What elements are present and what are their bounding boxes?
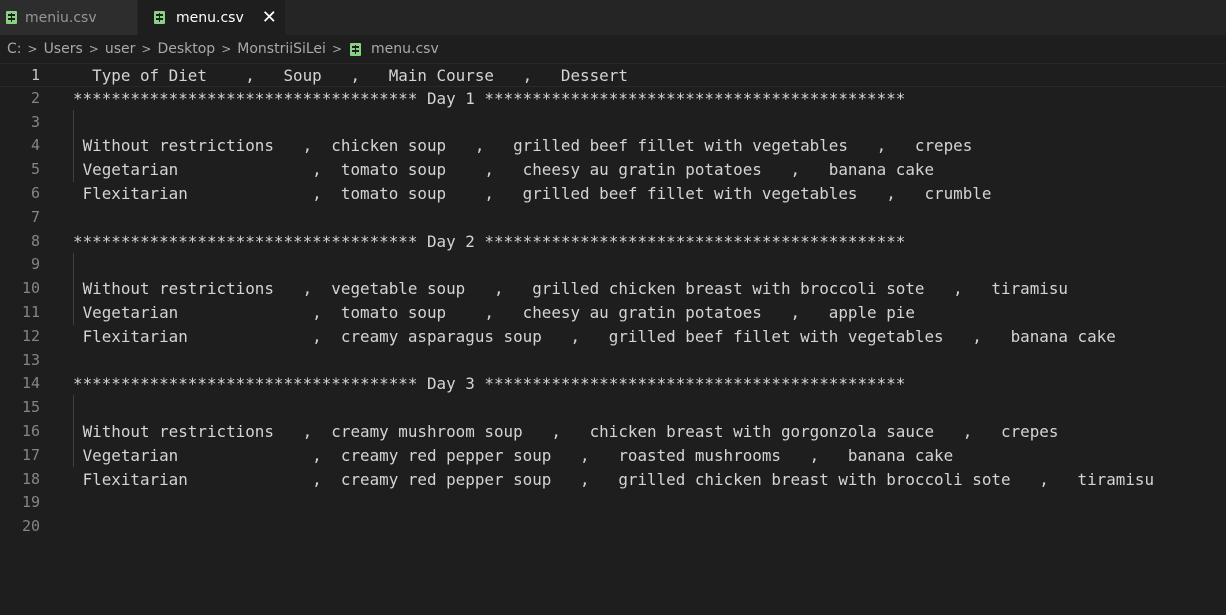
line-text[interactable]: Without restrictions , chicken soup , gr… — [73, 134, 973, 158]
line-number: 14 — [21, 374, 40, 393]
editor-line[interactable]: 20 — [0, 515, 1226, 539]
editor-line[interactable]: 15 — [0, 396, 1226, 420]
editor-line[interactable]: 3 — [0, 111, 1226, 135]
line-number: 9 — [30, 255, 40, 274]
breadcrumb: C: > Users > user > Desktop > MonstriiSi… — [0, 35, 1226, 63]
tab-bar: meniu.csv menu.csv ✕ — [0, 0, 1226, 35]
editor-line[interactable]: 10 Without restrictions , vegetable soup… — [0, 277, 1226, 301]
breadcrumb-item-drive[interactable]: C: — [7, 41, 22, 57]
line-text[interactable]: Without restrictions , creamy mushroom s… — [73, 420, 1059, 444]
line-number: 5 — [30, 160, 40, 179]
editor-line[interactable]: 14 ************************************ D… — [0, 372, 1226, 396]
chevron-right-icon: > — [221, 42, 232, 56]
editor-line[interactable]: 2 ************************************ Da… — [0, 87, 1226, 111]
chevron-right-icon: > — [331, 42, 342, 56]
line-number: 2 — [30, 88, 40, 107]
line-text[interactable]: Vegetarian , tomato soup , cheesy au gra… — [73, 301, 915, 325]
tab-label: menu.csv — [176, 9, 244, 26]
line-text[interactable]: Vegetarian , tomato soup , cheesy au gra… — [73, 158, 934, 182]
line-number: 17 — [21, 445, 40, 464]
line-text[interactable]: ************************************ Day… — [73, 230, 905, 254]
line-number: 13 — [21, 350, 40, 369]
line-number: 19 — [21, 493, 40, 512]
line-number: 1 — [30, 66, 40, 84]
line-number: 10 — [21, 279, 40, 298]
breadcrumb-item-users[interactable]: Users — [44, 41, 83, 57]
chevron-right-icon: > — [141, 42, 152, 56]
tab-label: meniu.csv — [25, 9, 97, 26]
breadcrumb-item-folder[interactable]: MonstriiSiLei — [237, 41, 326, 57]
breadcrumb-item-user[interactable]: user — [105, 41, 136, 57]
line-number: 4 — [30, 136, 40, 155]
csv-file-icon — [6, 11, 17, 24]
editor-line[interactable]: 17 Vegetarian , creamy red pepper soup ,… — [0, 444, 1226, 468]
line-number: 6 — [30, 184, 40, 202]
chevron-right-icon: > — [88, 42, 99, 56]
line-number: 3 — [30, 112, 40, 131]
line-number: 15 — [21, 398, 40, 417]
editor-line[interactable]: 6 Flexitarian , tomato soup , grilled be… — [0, 182, 1226, 206]
editor-line[interactable]: 12 Flexitarian , creamy asparagus soup ,… — [0, 325, 1226, 349]
editor-line[interactable]: 9 — [0, 253, 1226, 277]
line-number: 8 — [30, 231, 40, 250]
line-text[interactable]: ************************************ Day… — [73, 372, 905, 396]
line-number: 16 — [21, 422, 40, 440]
csv-file-icon — [350, 42, 361, 56]
line-number: 20 — [21, 517, 40, 536]
line-text[interactable]: ************************************ Day… — [73, 87, 905, 111]
tab-menu-csv[interactable]: menu.csv ✕ — [138, 0, 285, 35]
tab-meniu-csv[interactable]: meniu.csv — [0, 0, 138, 35]
line-text[interactable]: Flexitarian , creamy asparagus soup , gr… — [73, 325, 1116, 349]
line-number: 11 — [21, 303, 40, 321]
editor-line[interactable]: 11 Vegetarian , tomato soup , cheesy au … — [0, 301, 1226, 325]
editor-line[interactable]: 18 Flexitarian , creamy red pepper soup … — [0, 468, 1226, 492]
line-text[interactable]: Flexitarian , creamy red pepper soup , g… — [73, 468, 1155, 492]
editor-line[interactable]: 13 — [0, 349, 1226, 373]
line-number: 12 — [21, 326, 40, 345]
line-number: 7 — [30, 207, 40, 226]
line-text[interactable]: Vegetarian , creamy red pepper soup , ro… — [73, 444, 954, 468]
editor-line[interactable]: 8 ************************************ Da… — [0, 230, 1226, 254]
editor-line[interactable]: 16 Without restrictions , creamy mushroo… — [0, 420, 1226, 444]
breadcrumb-item-file[interactable]: menu.csv — [371, 41, 439, 57]
line-text[interactable]: Without restrictions , vegetable soup , … — [73, 277, 1068, 301]
editor-line[interactable]: 1 Type of Diet , Soup , Main Course , De… — [0, 63, 1226, 87]
chevron-right-icon: > — [27, 42, 38, 56]
editor-line[interactable]: 4 Without restrictions , chicken soup , … — [0, 134, 1226, 158]
editor-line[interactable]: 5 Vegetarian , tomato soup , cheesy au g… — [0, 158, 1226, 182]
line-text[interactable]: Type of Diet , Soup , Main Course , Dess… — [73, 64, 628, 88]
line-text[interactable]: Flexitarian , tomato soup , grilled beef… — [73, 182, 992, 206]
code-editor[interactable]: 1 Type of Diet , Soup , Main Course , De… — [0, 63, 1226, 615]
close-icon[interactable]: ✕ — [262, 8, 277, 27]
csv-file-icon — [154, 11, 165, 24]
editor-line[interactable]: 7 — [0, 206, 1226, 230]
editor-line[interactable]: 19 — [0, 491, 1226, 515]
breadcrumb-item-desktop[interactable]: Desktop — [157, 41, 215, 57]
line-number: 18 — [21, 469, 40, 488]
